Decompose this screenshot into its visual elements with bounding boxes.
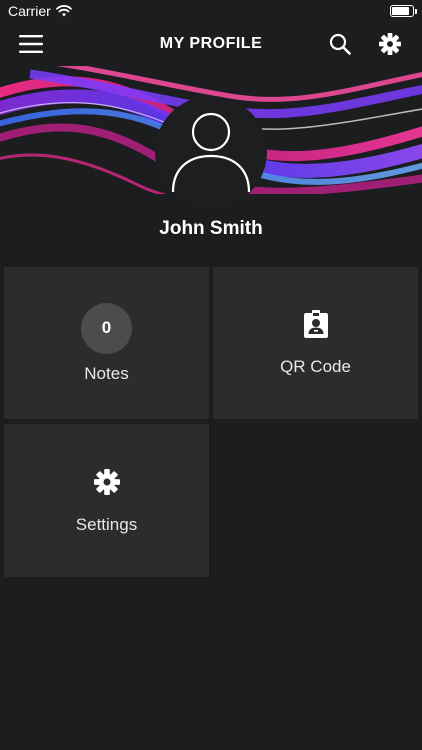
qr-code-tile[interactable]: QR Code [213,267,418,419]
notes-label: Notes [84,363,129,383]
carrier-label: Carrier [8,3,51,19]
settings-button[interactable] [368,22,412,66]
user-name: John Smith [159,218,263,239]
page-title: MY PROFILE [159,35,263,52]
profile-screen: Carrier MY PROFILE John Smith 0 Notes QR… [0,0,422,750]
battery-level [392,7,409,15]
wifi-icon [55,5,72,17]
settings-label: Settings [75,514,138,534]
gear-icon [92,467,122,497]
search-button[interactable] [318,22,362,66]
notes-tile[interactable]: 0 Notes [4,267,209,419]
menu-button[interactable] [9,22,53,66]
nav-bar: MY PROFILE [0,22,422,66]
gear-icon [379,33,401,55]
battery-icon [390,5,417,17]
status-left: Carrier [8,3,72,19]
id-badge-icon [301,309,331,339]
status-bar: Carrier [0,0,422,22]
search-icon [329,33,351,55]
notes-count: 0 [101,318,112,337]
avatar[interactable] [155,96,267,208]
qr-code-label: QR Code [280,357,351,376]
menu-icon [19,35,43,53]
settings-tile[interactable]: Settings [4,424,209,577]
notes-count-badge: 0 [81,302,132,354]
user-silhouette-icon [171,112,251,193]
